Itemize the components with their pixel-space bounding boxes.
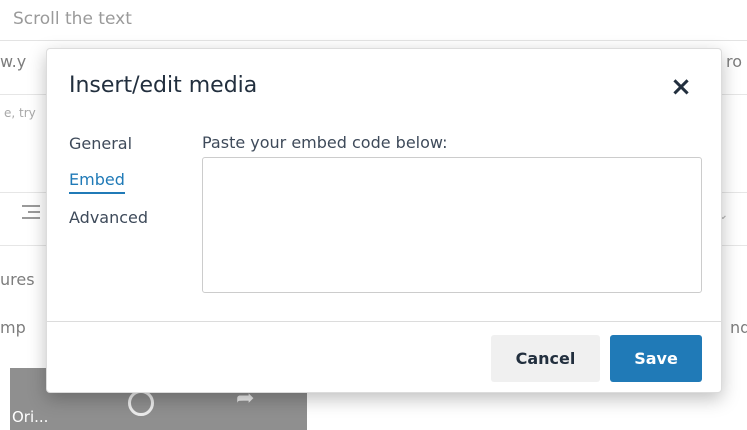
url-fragment-right: ro xyxy=(726,52,743,71)
text-fragment: mp xyxy=(0,318,26,337)
title-input[interactable]: Scroll the text xyxy=(0,0,747,41)
dialog-tabs: General Embed Advanced xyxy=(69,133,148,243)
text-fragment: nd xyxy=(730,318,747,337)
dialog-title: Insert/edit media xyxy=(69,73,258,98)
tab-general[interactable]: General xyxy=(69,133,148,155)
tab-advanced[interactable]: Advanced xyxy=(69,207,148,229)
tab-embed[interactable]: Embed xyxy=(69,169,125,194)
close-icon[interactable]: × xyxy=(667,73,695,101)
clock-icon[interactable] xyxy=(128,390,154,416)
footer-divider xyxy=(47,321,721,322)
url-fragment: w.y xyxy=(0,52,27,71)
embed-code-textarea[interactable] xyxy=(202,157,702,293)
save-button[interactable]: Save xyxy=(610,335,702,382)
video-title: Ori... xyxy=(12,408,49,426)
hint-fragment: e, try xyxy=(4,106,36,120)
title-placeholder: Scroll the text xyxy=(13,9,132,29)
embed-code-label: Paste your embed code below: xyxy=(202,133,448,152)
cancel-button[interactable]: Cancel xyxy=(491,335,600,382)
text-fragment: ures xyxy=(0,270,35,289)
align-right-icon[interactable] xyxy=(22,205,40,223)
insert-media-dialog: Insert/edit media × General Embed Advanc… xyxy=(46,48,722,393)
